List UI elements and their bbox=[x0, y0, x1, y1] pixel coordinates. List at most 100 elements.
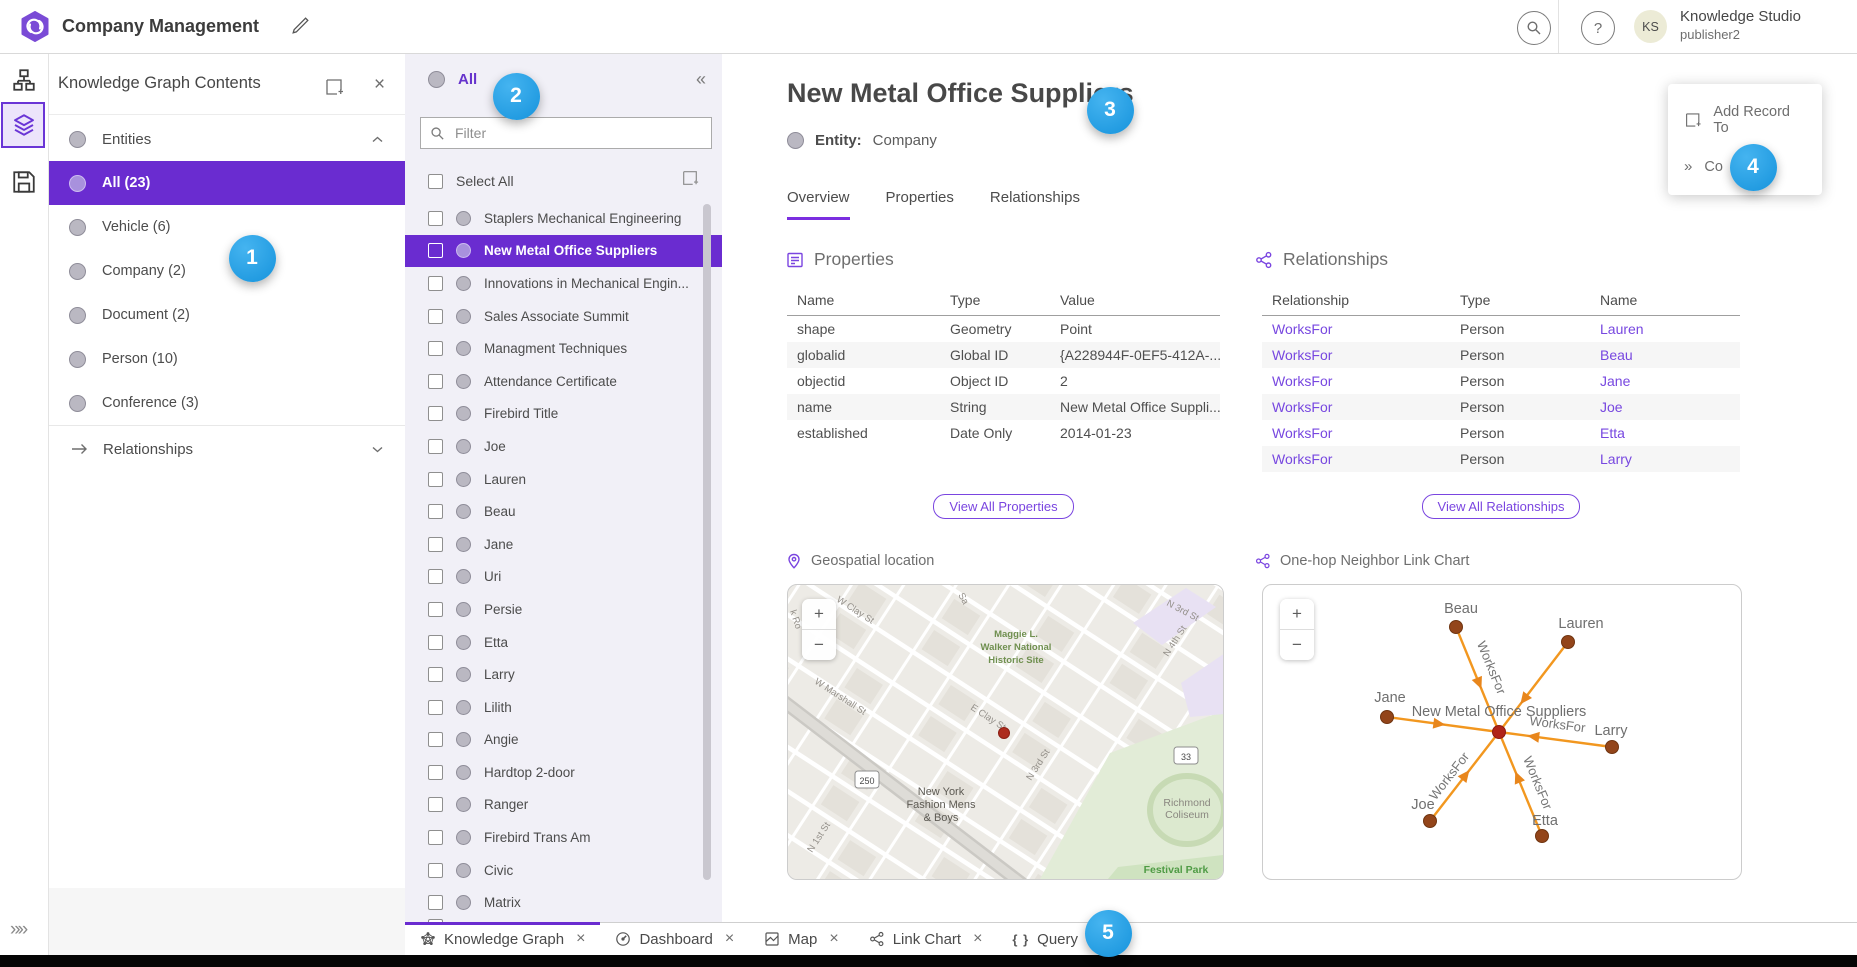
tab-map[interactable]: Map× bbox=[749, 923, 854, 955]
contents-entity-item[interactable]: Vehicle (6) bbox=[48, 205, 405, 249]
user-info[interactable]: Knowledge Studio publisher2 bbox=[1680, 8, 1801, 43]
record-checkbox[interactable] bbox=[428, 504, 443, 519]
record-list-item[interactable]: Persie bbox=[405, 593, 722, 626]
zoom-in-button[interactable]: + bbox=[802, 599, 836, 630]
node-larry[interactable] bbox=[1606, 741, 1619, 754]
save-icon[interactable] bbox=[12, 170, 36, 194]
edit-title-pencil-icon[interactable] bbox=[290, 16, 310, 36]
record-checkbox[interactable] bbox=[428, 537, 443, 552]
cell-link[interactable]: Jane bbox=[1590, 373, 1740, 389]
close-tab-icon[interactable]: × bbox=[829, 930, 838, 948]
contents-entity-item[interactable]: Document (2) bbox=[48, 293, 405, 337]
record-list-item[interactable]: Lilith bbox=[405, 691, 722, 724]
contents-entity-item[interactable]: Person (10) bbox=[48, 337, 405, 381]
tab-query[interactable]: { }Query bbox=[997, 923, 1093, 955]
record-list-item[interactable]: Managment Techniques bbox=[405, 332, 722, 365]
zoom-out-button[interactable]: − bbox=[802, 630, 836, 660]
cell-link[interactable]: WorksFor bbox=[1262, 399, 1450, 415]
record-checkbox[interactable] bbox=[428, 569, 443, 584]
record-list-item[interactable]: Etta bbox=[405, 626, 722, 659]
node-beau[interactable] bbox=[1450, 621, 1463, 634]
record-checkbox[interactable] bbox=[428, 895, 443, 910]
zoom-out-button[interactable]: − bbox=[1280, 630, 1314, 660]
geospatial-map[interactable]: 25033W Clay Stk RoSaW Marshall StE Clay … bbox=[787, 584, 1224, 880]
record-list-item[interactable]: Innovations in Mechanical Engin... bbox=[405, 267, 722, 300]
record-checkbox[interactable] bbox=[428, 830, 443, 845]
record-list-item[interactable]: Hardtop 2-door bbox=[405, 756, 722, 789]
menu-item-add-record-to[interactable]: Add Record To bbox=[1668, 93, 1822, 147]
cell-link[interactable]: Etta bbox=[1590, 425, 1740, 441]
record-list-item[interactable]: New Metal Office Suppliers bbox=[405, 235, 722, 268]
node-joe[interactable] bbox=[1424, 815, 1437, 828]
zoom-in-button[interactable]: + bbox=[1280, 599, 1314, 630]
contents-entity-item[interactable]: Conference (3) bbox=[48, 381, 405, 425]
cell-link[interactable]: Larry bbox=[1590, 451, 1740, 467]
record-checkbox[interactable] bbox=[428, 700, 443, 715]
cell-link[interactable]: WorksFor bbox=[1262, 451, 1450, 467]
record-checkbox[interactable] bbox=[428, 472, 443, 487]
tab-relationships[interactable]: Relationships bbox=[990, 189, 1080, 220]
relationships-section-header[interactable]: Relationships bbox=[48, 425, 405, 472]
collapse-panel-double-chevron-icon[interactable]: « bbox=[696, 69, 706, 90]
contents-entity-item[interactable]: Company (2) bbox=[48, 249, 405, 293]
record-checkbox[interactable] bbox=[428, 602, 443, 617]
record-list-item[interactable]: Beau bbox=[405, 495, 722, 528]
select-all-row[interactable]: Select All bbox=[428, 167, 514, 195]
record-list-item[interactable]: Sales Associate Summit bbox=[405, 300, 722, 333]
record-list-item[interactable]: Angie bbox=[405, 724, 722, 757]
cell-link[interactable]: WorksFor bbox=[1262, 373, 1450, 389]
cell-link[interactable]: Lauren bbox=[1590, 321, 1740, 337]
node-lauren[interactable] bbox=[1562, 636, 1575, 649]
record-checkbox[interactable] bbox=[428, 341, 443, 356]
record-checkbox[interactable] bbox=[428, 765, 443, 780]
tab-overview[interactable]: Overview bbox=[787, 189, 850, 220]
layers-icon[interactable] bbox=[12, 113, 36, 137]
cell-link[interactable]: Joe bbox=[1590, 399, 1740, 415]
node-center[interactable] bbox=[1493, 726, 1506, 739]
record-checkbox[interactable] bbox=[428, 439, 443, 454]
record-checkbox[interactable] bbox=[428, 797, 443, 812]
tab-link-chart[interactable]: Link Chart× bbox=[854, 923, 998, 955]
filter-input[interactable] bbox=[453, 124, 702, 142]
view-all-relationships-button[interactable]: View All Relationships bbox=[1422, 494, 1581, 519]
record-list-item[interactable]: Attendance Certificate bbox=[405, 365, 722, 398]
view-all-properties-button[interactable]: View All Properties bbox=[933, 494, 1073, 519]
avatar[interactable]: KS bbox=[1634, 10, 1667, 43]
tab-properties[interactable]: Properties bbox=[886, 189, 954, 220]
close-tab-icon[interactable]: × bbox=[725, 930, 734, 948]
record-checkbox[interactable] bbox=[428, 276, 443, 291]
add-record-icon[interactable] bbox=[324, 77, 344, 97]
record-list-item[interactable]: Ranger bbox=[405, 789, 722, 822]
record-list-item[interactable]: Matrix bbox=[405, 886, 722, 919]
record-checkbox[interactable] bbox=[428, 309, 443, 324]
node-etta[interactable] bbox=[1536, 830, 1549, 843]
record-list-item[interactable]: Firebird Trans Am bbox=[405, 821, 722, 854]
cell-link[interactable]: WorksFor bbox=[1262, 321, 1450, 337]
node-jane[interactable] bbox=[1381, 711, 1394, 724]
close-panel-icon[interactable]: × bbox=[374, 74, 385, 96]
select-all-checkbox[interactable] bbox=[428, 174, 443, 189]
tab-dashboard[interactable]: Dashboard× bbox=[600, 923, 749, 955]
record-checkbox[interactable] bbox=[428, 374, 443, 389]
record-list-item[interactable]: Jane bbox=[405, 528, 722, 561]
record-checkbox[interactable] bbox=[428, 732, 443, 747]
expand-panel-double-chevron-icon[interactable]: »» bbox=[10, 919, 25, 941]
tab-knowledge-graph[interactable]: Knowledge Graph× bbox=[405, 923, 600, 955]
help-icon[interactable]: ? bbox=[1581, 11, 1615, 45]
record-list-item[interactable]: Staplers Mechanical Engineering bbox=[405, 202, 722, 235]
record-list-item[interactable]: Lauren bbox=[405, 463, 722, 496]
record-list-item[interactable]: Civic bbox=[405, 854, 722, 887]
record-checkbox[interactable] bbox=[428, 406, 443, 421]
entities-section-header[interactable]: Entities bbox=[48, 117, 405, 161]
record-list-item[interactable]: Larry bbox=[405, 658, 722, 691]
add-record-icon[interactable] bbox=[681, 169, 699, 187]
cell-link[interactable]: Beau bbox=[1590, 347, 1740, 363]
list-scrollbar-thumb[interactable] bbox=[703, 204, 711, 880]
data-model-icon[interactable] bbox=[12, 68, 36, 92]
record-checkbox[interactable] bbox=[428, 243, 443, 258]
record-list-item[interactable]: Firebird Title bbox=[405, 398, 722, 431]
map-marker[interactable] bbox=[999, 728, 1010, 739]
record-checkbox[interactable] bbox=[428, 635, 443, 650]
close-tab-icon[interactable]: × bbox=[576, 930, 585, 948]
record-list-item[interactable]: Uri bbox=[405, 561, 722, 594]
